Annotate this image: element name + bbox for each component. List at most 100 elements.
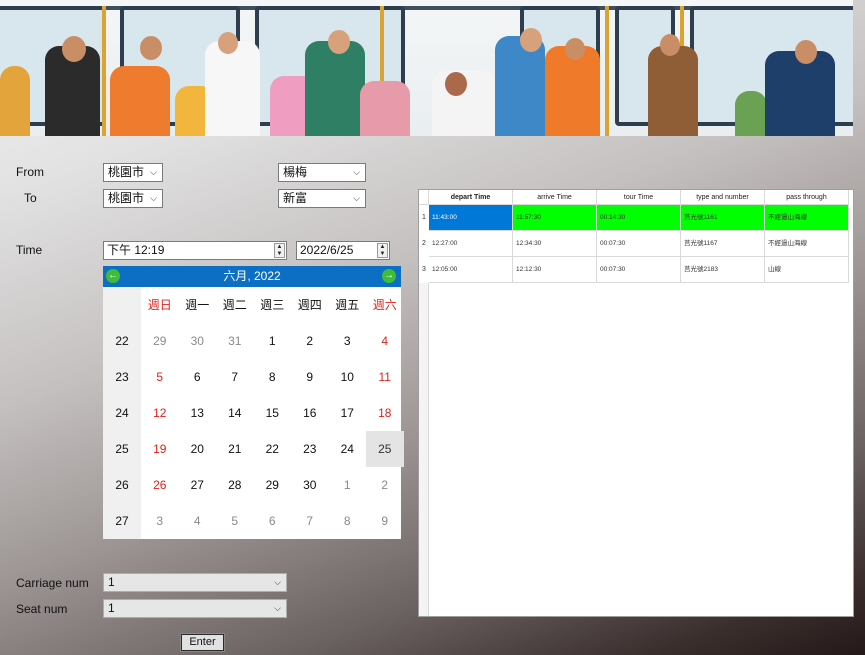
chevron-down-icon: ⌵ — [353, 167, 360, 177]
calendar-day[interactable]: 9 — [366, 503, 404, 539]
calendar-day[interactable]: 25 — [366, 431, 404, 467]
calendar-day[interactable]: 3 — [141, 503, 179, 539]
table-cell[interactable]: 00:14:30 — [597, 205, 681, 231]
calendar-day[interactable]: 6 — [254, 503, 292, 539]
column-header[interactable]: pass through — [765, 190, 849, 205]
table-cell[interactable]: 莒光號2183 — [681, 257, 765, 283]
table-cell[interactable]: 山線 — [765, 257, 849, 283]
calendar-day[interactable]: 30 — [179, 323, 217, 359]
table-cell[interactable]: 00:07:30 — [597, 231, 681, 257]
from-station-value: 楊梅 — [283, 165, 308, 179]
to-city-value: 桃園市 — [108, 191, 145, 205]
calendar-day[interactable]: 26 — [141, 467, 179, 503]
calendar-day[interactable]: 8 — [329, 503, 367, 539]
carriage-label: Carriage num — [16, 576, 89, 590]
calendar-week-number: 22 — [115, 334, 129, 348]
calendar-day[interactable]: 21 — [216, 431, 254, 467]
calendar-day[interactable]: 23 — [291, 431, 329, 467]
time-value: 下午 12:19 — [107, 243, 165, 257]
calendar-day[interactable]: 5 — [216, 503, 254, 539]
row-number[interactable]: 2 — [419, 231, 429, 257]
from-city-value: 桃園市 — [108, 165, 145, 179]
calendar-day[interactable]: 18 — [366, 395, 404, 431]
calendar-day[interactable]: 28 — [216, 467, 254, 503]
row-number[interactable]: 1 — [419, 205, 429, 231]
calendar-weekday-header: 週五 — [335, 298, 360, 312]
calendar-day[interactable]: 4 — [179, 503, 217, 539]
calendar-day[interactable]: 29 — [254, 467, 292, 503]
to-station-select[interactable]: 新富 ⌵ — [278, 189, 366, 208]
date-spinner-buttons[interactable]: ▲ ▼ — [377, 243, 388, 258]
table-cell[interactable]: 莒光號1167 — [681, 231, 765, 257]
results-table[interactable]: depart Time arrive Time tour Time type and … — [418, 189, 854, 617]
calendar-day[interactable]: 22 — [254, 431, 292, 467]
arrow-right-icon[interactable]: → — [382, 269, 396, 283]
from-city-select[interactable]: 桃園市 ⌵ — [103, 163, 163, 182]
table-cell[interactable]: 不經過山海線 — [765, 205, 849, 231]
calendar-day[interactable]: 5 — [141, 359, 179, 395]
time-input[interactable]: 下午 12:19 ▲ ▼ — [103, 241, 287, 260]
calendar-widget[interactable]: ← 六月, 2022 → 週日 週一 週二 週三 週四 週五 週六 22 29 30 31 1 2 3 4 2… — [103, 266, 404, 539]
date-input[interactable]: 2022/6/25 ▲ ▼ — [296, 241, 390, 260]
column-header[interactable]: tour Time — [597, 190, 681, 205]
column-header[interactable]: depart Time — [429, 190, 513, 205]
calendar-day[interactable]: 30 — [291, 467, 329, 503]
table-cell[interactable]: 11:57:30 — [513, 205, 597, 231]
calendar-day[interactable]: 7 — [216, 359, 254, 395]
calendar-day[interactable]: 4 — [366, 323, 404, 359]
calendar-day[interactable]: 7 — [291, 503, 329, 539]
calendar-day[interactable]: 6 — [179, 359, 217, 395]
table-cell[interactable]: 11:43:00 — [429, 205, 513, 231]
calendar-day[interactable]: 16 — [291, 395, 329, 431]
table-cell[interactable]: 12:27:00 — [429, 231, 513, 257]
to-label: To — [24, 191, 37, 205]
spin-down-icon[interactable]: ▼ — [275, 251, 284, 258]
from-station-select[interactable]: 楊梅 ⌵ — [278, 163, 366, 182]
calendar-day[interactable]: 14 — [216, 395, 254, 431]
calendar-day[interactable]: 2 — [291, 323, 329, 359]
column-header[interactable]: type and number — [681, 190, 765, 205]
calendar-day[interactable]: 24 — [329, 431, 367, 467]
date-value: 2022/6/25 — [300, 243, 354, 257]
calendar-day[interactable]: 20 — [179, 431, 217, 467]
calendar-day[interactable]: 9 — [291, 359, 329, 395]
enter-button[interactable]: Enter — [180, 633, 225, 652]
table-cell[interactable]: 00:07:30 — [597, 257, 681, 283]
spin-up-icon[interactable]: ▲ — [275, 244, 284, 251]
calendar-day[interactable]: 15 — [254, 395, 292, 431]
chevron-down-icon: ⌵ — [274, 577, 281, 587]
calendar-day[interactable]: 1 — [329, 467, 367, 503]
table-cell[interactable]: 12:05:00 — [429, 257, 513, 283]
calendar-weekday-header: 週一 — [185, 298, 210, 312]
table-cell[interactable]: 12:12:30 — [513, 257, 597, 283]
table-cell[interactable]: 莒光號1161 — [681, 205, 765, 231]
calendar-week-number: 26 — [115, 478, 129, 492]
calendar-day[interactable]: 19 — [141, 431, 179, 467]
calendar-weekday-header: 週日 — [147, 298, 172, 312]
seat-select[interactable]: 1 ⌵ — [103, 599, 287, 618]
calendar-day[interactable]: 13 — [179, 395, 217, 431]
calendar-day[interactable]: 10 — [329, 359, 367, 395]
calendar-day[interactable]: 31 — [216, 323, 254, 359]
calendar-day[interactable]: 27 — [179, 467, 217, 503]
calendar-day[interactable]: 11 — [366, 359, 404, 395]
calendar-day[interactable]: 1 — [254, 323, 292, 359]
calendar-day[interactable]: 29 — [141, 323, 179, 359]
column-header[interactable]: arrive Time — [513, 190, 597, 205]
from-label: From — [16, 165, 44, 179]
carriage-select[interactable]: 1 ⌵ — [103, 573, 287, 592]
calendar-day[interactable]: 17 — [329, 395, 367, 431]
calendar-month-title: 六月, 2022 — [223, 269, 281, 283]
table-cell[interactable]: 12:34:30 — [513, 231, 597, 257]
calendar-day[interactable]: 2 — [366, 467, 404, 503]
time-spinner-buttons[interactable]: ▲ ▼ — [274, 243, 285, 258]
to-city-select[interactable]: 桃園市 ⌵ — [103, 189, 163, 208]
calendar-day[interactable]: 8 — [254, 359, 292, 395]
row-number[interactable]: 3 — [419, 257, 429, 283]
table-cell[interactable]: 不經過山海線 — [765, 231, 849, 257]
calendar-day[interactable]: 12 — [141, 395, 179, 431]
spin-up-icon[interactable]: ▲ — [378, 244, 387, 251]
calendar-weekday-header: 週二 — [222, 298, 247, 312]
spin-down-icon[interactable]: ▼ — [378, 251, 387, 258]
calendar-day[interactable]: 3 — [329, 323, 367, 359]
